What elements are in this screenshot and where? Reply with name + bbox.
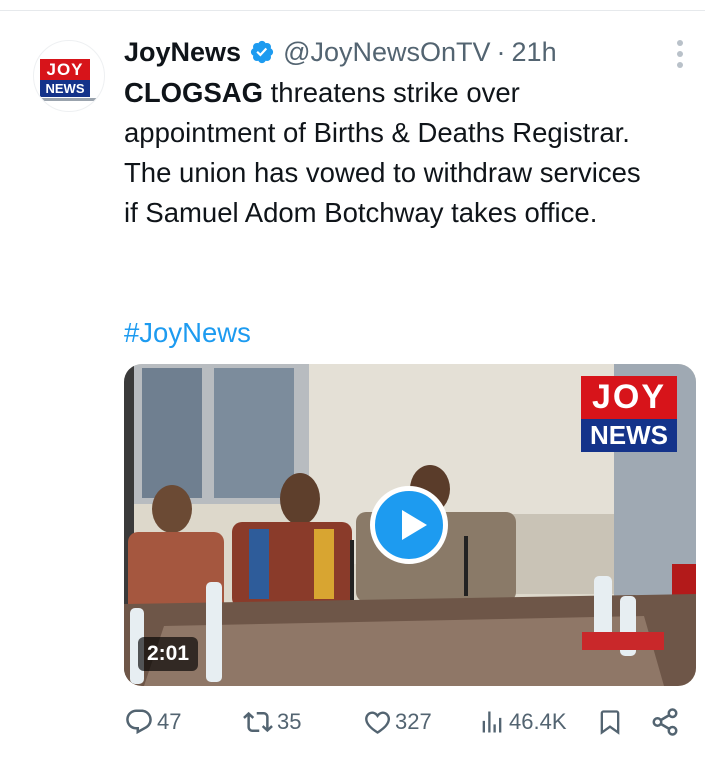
author-handle[interactable]: @JoyNewsOnTV	[283, 37, 490, 68]
views-button[interactable]: 46.4K	[478, 702, 567, 742]
joynews-watermark: JOY NEWS	[581, 376, 677, 452]
watermark-bottom: NEWS	[581, 419, 677, 452]
bookmark-button[interactable]	[596, 702, 624, 742]
share-button[interactable]	[650, 702, 680, 742]
hashtag-link[interactable]: #JoyNews	[124, 313, 251, 353]
repost-icon	[242, 707, 274, 737]
repost-count: 35	[277, 709, 302, 734]
like-icon	[362, 707, 392, 737]
play-button[interactable]	[370, 486, 448, 564]
avatar-logo-tagline	[40, 98, 96, 101]
like-button[interactable]: 327	[362, 702, 432, 742]
reply-button[interactable]: 47	[124, 702, 181, 742]
avatar-logo-top: JOY	[40, 59, 90, 80]
author-name[interactable]: JoyNews	[124, 37, 241, 68]
avatar-logo-bottom: NEWS	[40, 80, 90, 97]
avatar[interactable]: JOY NEWS	[33, 40, 105, 112]
video-thumbnail[interactable]: JOY NEWS 2:01	[124, 364, 696, 686]
tweet-header: JoyNews @JoyNewsOnTV · 21h	[124, 34, 557, 70]
verified-badge-icon	[249, 39, 275, 65]
play-icon	[402, 510, 427, 540]
like-count: 327	[395, 709, 432, 734]
repost-button[interactable]: 35	[242, 702, 301, 742]
reply-count: 47	[157, 709, 182, 734]
tweet-text-bold: CLOGSAG	[124, 77, 264, 108]
watermark-top: JOY	[581, 376, 677, 419]
views-count: 46.4K	[509, 709, 567, 734]
tweet-text: CLOGSAG threatens strike over appointmen…	[124, 73, 644, 233]
top-divider	[0, 10, 705, 11]
more-options-icon[interactable]	[668, 38, 692, 70]
tweet-timestamp[interactable]: 21h	[512, 37, 557, 68]
video-duration: 2:01	[138, 637, 199, 671]
share-icon	[650, 707, 680, 737]
reply-icon	[124, 707, 154, 737]
tweet-action-bar: 47 35 327 46.4K	[124, 702, 696, 742]
views-icon	[478, 708, 506, 736]
header-separator: ·	[496, 36, 506, 67]
bookmark-icon	[596, 707, 624, 737]
